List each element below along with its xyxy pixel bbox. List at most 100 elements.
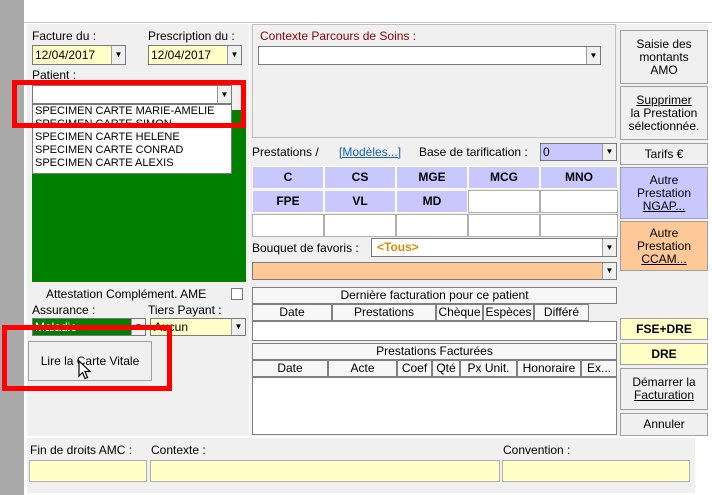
contexte-parcours-label: Contexte Parcours de Soins : [258,29,419,43]
column-header-date[interactable]: Date [252,360,328,377]
autre-prestation-ngap-button[interactable]: Autre Prestation NGAP... [620,167,708,219]
act-button-empty[interactable] [468,214,540,237]
supprimer-prestation-button[interactable]: Supprimer la Prestation sélectionnée. [620,86,708,140]
bouquet-favoris-value: <Tous> [377,240,419,254]
demarrer-label-rest: Facturation [633,388,695,402]
assurance-label: Assurance : [32,303,96,317]
column-header-prestations[interactable]: Prestations [332,304,436,321]
tiers-payant-select[interactable]: Aucun ▼ [150,318,246,336]
base-tarification-value: 0 [543,145,550,159]
contexte-field[interactable] [150,460,500,482]
attestation-checkbox[interactable] [231,288,243,300]
assurance-select[interactable]: Maladie ▼ [32,318,146,336]
demarrer-facturation-button[interactable]: Démarrer la Facturation [620,368,708,410]
act-button-c[interactable]: C [252,166,324,189]
chevron-down-icon[interactable]: ▼ [131,319,145,335]
derniere-facturation-title: Dernière facturation pour ce patient [252,287,617,304]
attestation-label: Attestation Complément. AME [46,287,207,301]
annuler-label: Annuler [643,417,685,431]
autre-ngap-label-rest: NGAP... [642,198,686,213]
patient-dropdown-list[interactable]: SPECIMEN CARTE MARIE-AMELIE SPECIMEN CAR… [32,104,232,174]
column-header-differe[interactable]: Différé [534,304,589,321]
tarifs-button[interactable]: Tarifs € [620,143,708,165]
autre-ngap-label: Autre Prestation [636,172,692,200]
prescription-label: Prescription du : [148,29,235,43]
facture-date-value: 12/04/2017 [35,48,96,62]
mouse-cursor-icon [78,360,92,380]
chevron-down-icon[interactable]: ▼ [231,319,245,335]
autre-ccam-label-rest: CCAM... [641,251,687,266]
chevron-down-icon[interactable]: ▼ [227,46,241,64]
base-tarification-select[interactable]: 0 ▼ [540,143,617,161]
contexte-label: Contexte : [151,443,206,457]
derniere-facturation-table-body[interactable] [252,321,617,341]
act-button-empty[interactable] [396,214,468,237]
column-header-date[interactable]: Date [252,304,332,321]
window-top-area [24,0,712,23]
prestations-label: Prestations / [252,145,319,159]
fin-droits-field[interactable] [29,460,147,482]
fse-dre-button[interactable]: FSE+DRE [620,318,708,340]
act-button-md[interactable]: MD [396,190,468,213]
patient-combobox[interactable]: ▼ [32,85,232,104]
dre-label: DRE [651,346,677,361]
convention-field[interactable] [502,460,690,482]
column-header-qte[interactable]: Qté [432,360,460,377]
patient-label: Patient : [32,68,77,82]
tiers-payant-value: Aucun [154,320,189,334]
bouquet-favoris-select[interactable]: <Tous> ▼ [371,238,617,257]
act-button-empty[interactable] [540,190,618,213]
chevron-down-icon[interactable]: ▼ [217,86,231,103]
patient-option[interactable]: SPECIMEN CARTE CONRAD [35,144,231,157]
column-header-especes[interactable]: Espèces [483,304,534,321]
fin-droits-label: Fin de droits AMC : [30,443,133,457]
column-header-cheque[interactable]: Chèque [436,304,483,321]
column-header-acte[interactable]: Acte [328,360,397,377]
patient-option[interactable]: SPECIMEN CARTE HELENE [35,131,231,144]
act-button-empty[interactable] [252,214,324,237]
prestations-facturees-table-body[interactable] [252,377,617,435]
contexte-parcours-select[interactable]: ▼ [258,46,601,65]
autre-ccam-label: Autre Prestation [636,225,692,253]
window-left-edge [0,0,24,495]
modeles-link[interactable]: [Modèles...] [339,145,401,159]
tiers-payant-label: Tiers Payant : [148,303,222,317]
column-header-honoraire[interactable]: Honoraire [517,360,581,377]
column-header-px-unit[interactable]: Px Unit. [460,360,517,377]
act-button-cs[interactable]: CS [324,166,396,189]
supprimer-label: Supprimer [636,92,692,107]
annuler-button[interactable]: Annuler [620,413,708,436]
dre-button[interactable]: DRE [620,343,708,365]
act-button-vl[interactable]: VL [324,190,396,213]
act-button-empty[interactable] [468,190,540,213]
saisie-montants-amo-button[interactable]: Saisie des montants AMO [620,30,708,84]
facture-label: Facture du : [32,29,97,43]
prescription-date-value: 12/04/2017 [151,48,212,62]
column-header-coef[interactable]: Coef [397,360,432,377]
prescription-date-picker[interactable]: 12/04/2017 ▼ [148,45,242,65]
column-header-extra[interactable]: Ex... [581,360,617,377]
act-button-mge[interactable]: MGE [396,166,468,189]
assurance-value: Maladie [35,320,78,334]
act-button-mcg[interactable]: MCG [468,166,540,189]
patient-option[interactable]: SPECIMEN CARTE SIMON [35,118,231,131]
chevron-down-icon[interactable]: ▼ [602,263,616,279]
autre-prestation-ccam-button[interactable]: Autre Prestation CCAM... [620,221,708,271]
patient-option[interactable]: SPECIMEN CARTE ALEXIS [35,157,231,170]
favoris-select[interactable]: ▼ [252,262,617,280]
fse-dre-label: FSE+DRE [636,321,692,336]
tarifs-label: Tarifs € [644,146,684,161]
act-button-fpe[interactable]: FPE [252,190,324,213]
chevron-down-icon[interactable]: ▼ [586,47,600,64]
convention-label: Convention : [503,443,571,457]
patient-option[interactable]: SPECIMEN CARTE MARIE-AMELIE [35,105,231,118]
act-button-mno[interactable]: MNO [540,166,618,189]
act-button-empty[interactable] [540,214,618,237]
bouquet-favoris-label: Bouquet de favoris : [252,241,359,255]
chevron-down-icon[interactable]: ▼ [602,239,616,256]
facture-date-picker[interactable]: 12/04/2017 ▼ [32,45,126,65]
supprimer-label-rest: la Prestation sélectionnée. [628,105,700,133]
chevron-down-icon[interactable]: ▼ [602,144,616,160]
chevron-down-icon[interactable]: ▼ [111,46,125,64]
act-button-empty[interactable] [324,214,396,237]
